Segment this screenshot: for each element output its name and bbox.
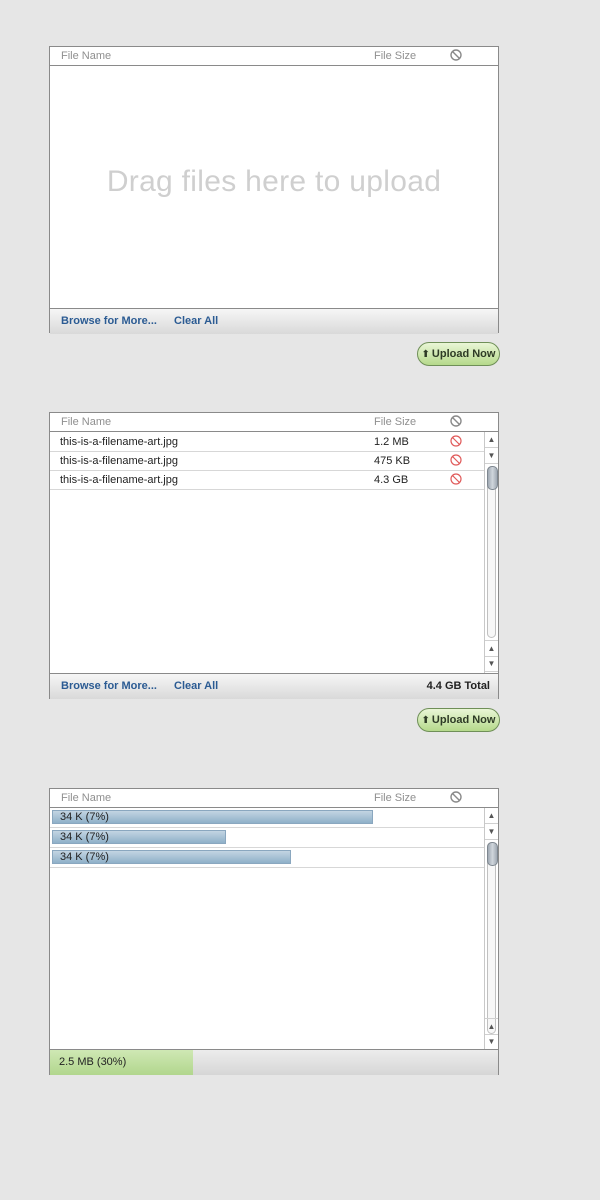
up-arrow-icon: ⬆ bbox=[421, 714, 430, 726]
file-list-header: File Name File Size bbox=[50, 47, 498, 66]
scroll-down-icon[interactable]: ▼ bbox=[485, 824, 498, 840]
clear-all-link[interactable]: Clear All bbox=[174, 680, 218, 692]
scroll-thumb[interactable] bbox=[487, 466, 498, 490]
file-size: 4.3 GB bbox=[374, 474, 409, 486]
file-name: this-is-a-filename-art.jpg bbox=[60, 474, 178, 486]
file-size: 475 KB bbox=[374, 455, 411, 467]
total-size: 4.4 GB Total bbox=[426, 680, 490, 692]
remove-icon[interactable] bbox=[450, 435, 462, 447]
file-name-column-header: File Name bbox=[61, 50, 112, 62]
upload-now-label: Upload Now bbox=[431, 714, 496, 726]
total-progress-label: 2.5 MB (30%) bbox=[59, 1056, 127, 1068]
drop-zone[interactable]: Drag files here to upload bbox=[50, 66, 498, 308]
scroll-down-icon[interactable]: ▼ bbox=[485, 1034, 498, 1050]
upload-progress-list: 34 K (7%) 34 K (7%) 34 K (7%) ▲ ▼ ▲ ▼ bbox=[50, 808, 498, 1050]
file-name-column-header: File Name bbox=[61, 792, 112, 804]
vertical-scrollbar[interactable]: ▲ ▼ ▲ ▼ bbox=[484, 432, 498, 673]
file-name: this-is-a-filename-art.jpg bbox=[60, 436, 178, 448]
scroll-thumb[interactable] bbox=[487, 842, 498, 866]
file-row: this-is-a-filename-art.jpg 475 KB bbox=[50, 451, 484, 471]
remove-icon[interactable] bbox=[450, 473, 462, 485]
file-progress-label: 34 K (7%) bbox=[60, 811, 109, 823]
file-size-column-header: File Size bbox=[374, 50, 417, 62]
remove-icon[interactable] bbox=[450, 454, 462, 466]
file-size-column-header: File Size bbox=[374, 792, 417, 804]
scroll-track[interactable] bbox=[487, 842, 496, 1034]
upload-progress-row: 34 K (7%) bbox=[50, 808, 484, 828]
upload-now-button[interactable]: ⬆ Upload Now bbox=[417, 342, 500, 366]
scroll-track[interactable] bbox=[487, 466, 496, 638]
file-list-footer: Browse for More... Clear All bbox=[50, 308, 498, 334]
upload-panel-empty: File Name File Size Drag files here to u… bbox=[49, 46, 499, 334]
upload-progress-row: 34 K (7%) bbox=[50, 828, 484, 848]
no-symbol-icon bbox=[450, 49, 462, 61]
scroll-down-icon[interactable]: ▼ bbox=[485, 656, 498, 672]
upload-progress-row: 34 K (7%) bbox=[50, 848, 484, 868]
file-progress-label: 34 K (7%) bbox=[60, 851, 109, 863]
file-row: this-is-a-filename-art.jpg 1.2 MB bbox=[50, 432, 484, 452]
file-progress-label: 34 K (7%) bbox=[60, 831, 109, 843]
scroll-up-icon[interactable]: ▲ bbox=[485, 640, 498, 657]
upload-panel-progress: File Name File Size 34 K (7%) 34 K (7%) … bbox=[49, 788, 499, 1075]
file-name-column-header: File Name bbox=[61, 416, 112, 428]
clear-all-link[interactable]: Clear All bbox=[174, 315, 218, 327]
vertical-scrollbar[interactable]: ▲ ▼ ▲ ▼ bbox=[484, 808, 498, 1050]
scroll-up-icon[interactable]: ▲ bbox=[485, 432, 498, 448]
file-list-header: File Name File Size bbox=[50, 789, 498, 808]
file-size-column-header: File Size bbox=[374, 416, 417, 428]
scroll-down-icon[interactable]: ▼ bbox=[485, 448, 498, 464]
no-symbol-icon bbox=[450, 415, 462, 427]
drop-zone-text: Drag files here to upload bbox=[106, 165, 442, 198]
upload-now-button[interactable]: ⬆ Upload Now bbox=[417, 708, 500, 732]
no-symbol-icon bbox=[450, 791, 462, 803]
file-row: this-is-a-filename-art.jpg 4.3 GB bbox=[50, 470, 484, 490]
upload-now-label: Upload Now bbox=[431, 348, 496, 360]
total-progress-bar: 2.5 MB (30%) bbox=[50, 1049, 498, 1075]
file-list-footer: Browse for More... Clear All 4.4 GB Tota… bbox=[50, 673, 498, 699]
scroll-up-icon[interactable]: ▲ bbox=[485, 1018, 498, 1035]
file-list-header: File Name File Size bbox=[50, 413, 498, 432]
file-size: 1.2 MB bbox=[374, 436, 409, 448]
file-name: this-is-a-filename-art.jpg bbox=[60, 455, 178, 467]
file-list: this-is-a-filename-art.jpg 1.2 MB this-i… bbox=[50, 432, 498, 673]
browse-for-more-link[interactable]: Browse for More... bbox=[61, 680, 157, 692]
upload-panel-files: File Name File Size this-is-a-filename-a… bbox=[49, 412, 499, 699]
up-arrow-icon: ⬆ bbox=[421, 348, 430, 360]
browse-for-more-link[interactable]: Browse for More... bbox=[61, 315, 157, 327]
scroll-up-icon[interactable]: ▲ bbox=[485, 808, 498, 824]
